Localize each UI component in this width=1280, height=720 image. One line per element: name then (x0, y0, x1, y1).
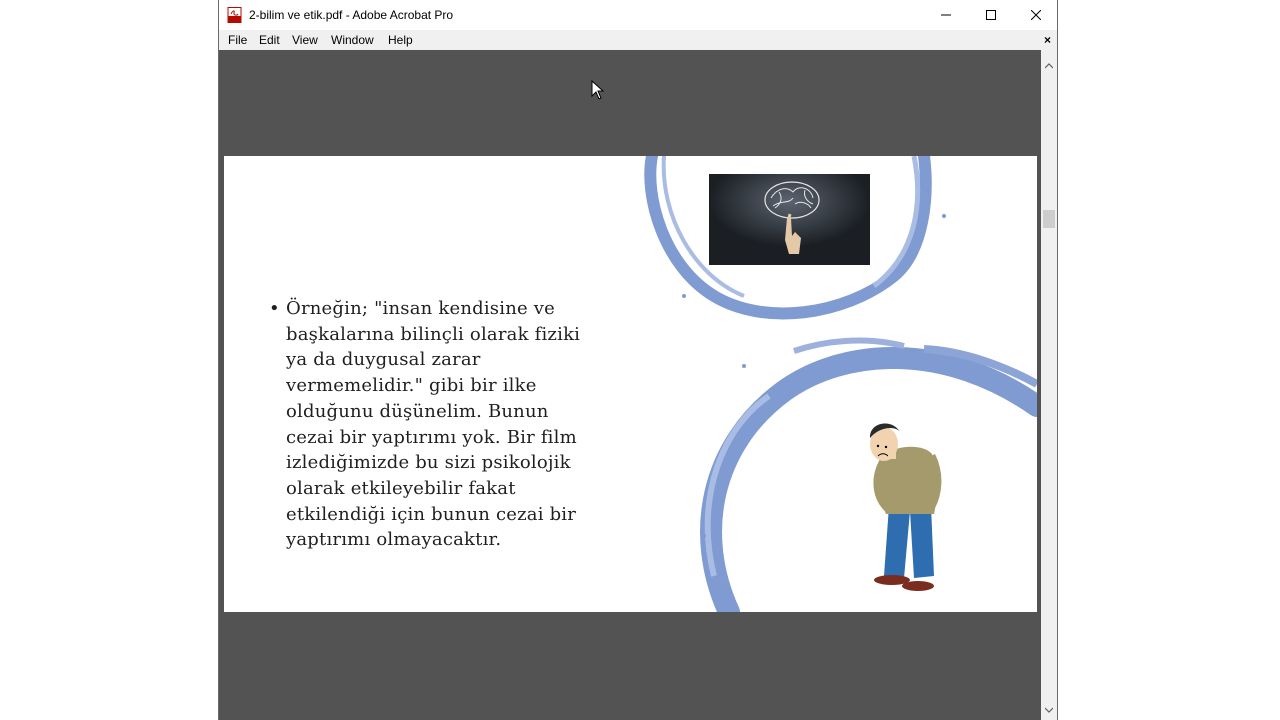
mouse-pointer-icon (591, 80, 605, 100)
minimize-icon (941, 14, 951, 16)
paragraph-line: Örneğin; "insan kendisine ve (286, 298, 555, 319)
paragraph-line: etkilendiği için bunun cezai bir (286, 503, 577, 525)
acrobat-window: 2-bilim ve etik.pdf - Adobe Acrobat Pro … (218, 0, 1058, 720)
minimize-button[interactable] (923, 0, 969, 30)
menu-view[interactable]: View (290, 32, 320, 48)
pdf-page: • Örneğin; "insan kendisine ve başkaları… (224, 156, 1037, 612)
paragraph-line: başkalarına bilinçli olarak fiziki (286, 322, 626, 348)
menu-window[interactable]: Window (329, 32, 376, 48)
slide-paragraph: • Örneğin; "insan kendisine ve başkaları… (269, 296, 626, 553)
paragraph-line: cezai bir yaptırımı yok. Bir film (286, 426, 577, 448)
paragraph-line: olarak etkileyebilir fakat (286, 477, 516, 499)
title-bar: 2-bilim ve etik.pdf - Adobe Acrobat Pro (219, 0, 1057, 30)
maximize-button[interactable] (968, 0, 1014, 30)
sad-man-illustration (869, 423, 942, 591)
vertical-scrollbar[interactable] (1041, 50, 1057, 720)
close-document-button[interactable]: × (1044, 32, 1051, 48)
paragraph-line-text: başkalarına bilinçli olarak fiziki (286, 323, 581, 345)
menu-bar: File Edit View Window Help × (219, 30, 1057, 50)
menu-file[interactable]: File (226, 32, 249, 48)
brain-icon (709, 174, 870, 265)
menu-help[interactable]: Help (386, 32, 415, 48)
paragraph-line: ya da duygusal zarar (286, 349, 481, 371)
paragraph-line: izlediğimizde bu sizi psikolojik (286, 452, 571, 474)
menu-edit[interactable]: Edit (257, 32, 282, 48)
scroll-down-button[interactable] (1041, 702, 1057, 718)
window-title: 2-bilim ve etik.pdf - Adobe Acrobat Pro (249, 8, 454, 22)
paragraph-line: yaptırımı olmayacaktır. (286, 529, 502, 551)
close-button[interactable] (1013, 0, 1059, 30)
pdf-icon (227, 7, 242, 23)
document-viewer[interactable]: • Örneğin; "insan kendisine ve başkaları… (219, 50, 1041, 720)
scroll-thumb[interactable] (1043, 210, 1055, 228)
brain-hand-photo (709, 174, 870, 265)
bullet-point: • (269, 298, 280, 319)
paragraph-line: olduğunu düşünelim. Bunun (286, 400, 549, 422)
scroll-up-button[interactable] (1041, 58, 1057, 74)
maximize-icon (986, 10, 996, 20)
chevron-down-icon (1045, 707, 1053, 713)
bottom-ring (700, 337, 1037, 612)
close-icon (1031, 10, 1041, 20)
chevron-up-icon (1045, 63, 1053, 69)
paragraph-line: vermemelidir." gibi bir ilke (286, 375, 537, 397)
